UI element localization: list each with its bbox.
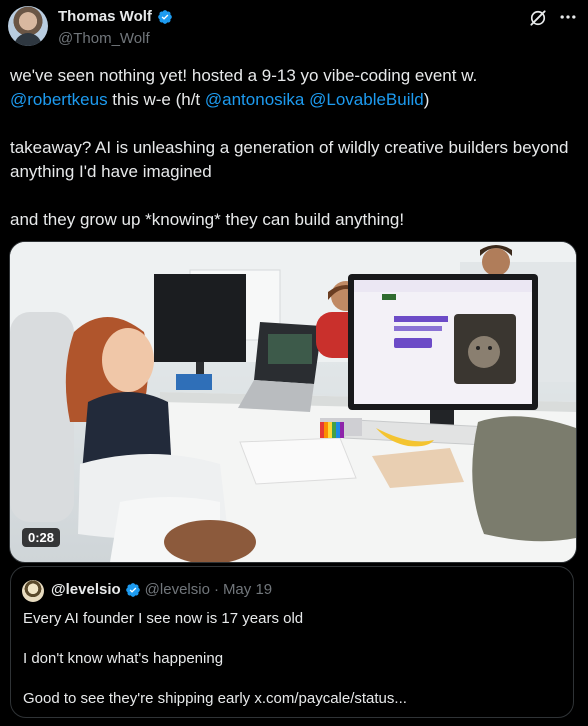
tweet-text-close: )	[423, 90, 430, 109]
author-handle[interactable]: @Thom_Wolf	[58, 30, 150, 47]
quoted-author-avatar[interactable]	[22, 580, 44, 602]
author-name-row: Thomas Wolf	[58, 8, 173, 25]
tweet-text-mid: this w-e (h/t	[107, 90, 205, 109]
author-display-name[interactable]: Thomas Wolf	[58, 8, 152, 25]
quoted-tweet[interactable]: @levelsio @levelsio · May 19 Every AI fo…	[10, 566, 574, 718]
tweet-paragraph-2: takeaway? AI is unleashing a generation …	[10, 138, 569, 181]
quoted-line-1: Every AI founder I see now is 17 years o…	[23, 610, 304, 627]
quoted-line-2: I don't know what's happening	[23, 650, 224, 667]
mention-antonosika[interactable]: @antonosika	[205, 90, 305, 109]
tweet: Thomas Wolf @Thom_Wolf we've seen nothin…	[0, 0, 588, 726]
video-duration-badge: 0:28	[22, 528, 61, 547]
tweet-text: we've seen nothing yet! hosted a 9-13 yo…	[10, 64, 580, 232]
quoted-date[interactable]: May 19	[223, 581, 272, 598]
mention-robertkeus[interactable]: @robertkeus	[10, 90, 108, 109]
mention-lovablebuild[interactable]: @LovableBuild	[309, 90, 424, 109]
quoted-tweet-text: Every AI founder I see now is 17 years o…	[23, 609, 407, 709]
quoted-separator: ·	[213, 581, 219, 598]
quoted-line-3: Good to see they're shipping early x.com…	[23, 690, 407, 707]
quoted-tweet-header: @levelsio @levelsio · May 19	[51, 581, 272, 598]
tweet-paragraph-1: we've seen nothing yet! hosted a 9-13 yo…	[10, 64, 580, 112]
grok-icon[interactable]	[528, 8, 548, 28]
verified-badge-icon	[158, 9, 172, 24]
verified-badge-icon	[125, 582, 140, 597]
video-player[interactable]	[9, 241, 577, 563]
more-icon[interactable]	[558, 7, 578, 27]
quoted-author-handle[interactable]: @levelsio	[145, 581, 210, 598]
video-thumbnail	[10, 242, 576, 562]
tweet-line-1: we've seen nothing yet! hosted a 9-13 yo…	[10, 66, 478, 85]
quoted-author-name[interactable]: @levelsio	[51, 581, 121, 598]
tweet-paragraph-3: and they grow up *knowing* they can buil…	[10, 210, 405, 229]
author-avatar[interactable]	[8, 6, 48, 46]
